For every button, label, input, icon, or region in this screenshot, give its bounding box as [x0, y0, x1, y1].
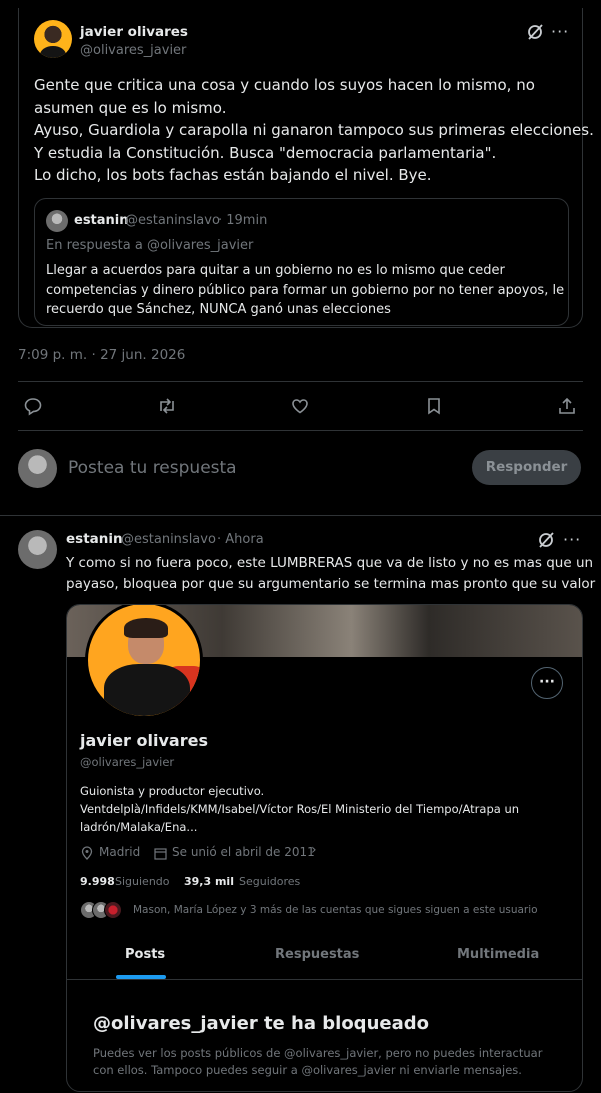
quote-author-name: estanin: [74, 213, 129, 228]
calendar-icon: [154, 845, 167, 860]
more-icon[interactable]: ···: [551, 22, 569, 41]
share-icon[interactable]: [556, 396, 578, 418]
retweet-icon[interactable]: [156, 396, 178, 418]
reply-input[interactable]: Postea tu respuesta: [68, 458, 237, 478]
following-count: 9.998: [80, 875, 115, 888]
blocked-message: Puedes ver los posts públicos de @olivar…: [93, 1046, 543, 1077]
quote-text: Llegar a acuerdos para quitar a un gobie…: [46, 263, 565, 317]
profile-location: Madrid: [99, 845, 141, 859]
more-icon[interactable]: ···: [563, 530, 581, 549]
reply-icon[interactable]: [22, 396, 44, 418]
bookmark-icon[interactable]: [423, 396, 445, 418]
author-name[interactable]: javier olivares: [80, 24, 188, 40]
chevron-right-icon: ›: [311, 842, 317, 858]
profile-name: javier olivares: [80, 731, 208, 750]
followers-label: Seguidores: [239, 875, 301, 888]
divider: [18, 381, 583, 382]
tab-posts: Posts: [125, 947, 166, 962]
profile-bio: Guionista y productor ejecutivo. Ventdel…: [80, 784, 520, 834]
reply-author-name[interactable]: estanin: [66, 531, 123, 547]
reply-time[interactable]: · Ahora: [217, 532, 264, 547]
author-avatar[interactable]: [34, 20, 72, 58]
profile-joined: Se unió el abril de 2011: [172, 845, 315, 859]
quote-reply-to: En respuesta a @olivares_javier: [46, 238, 254, 253]
reply-author-avatar[interactable]: [18, 530, 57, 569]
profile-handle: @olivares_javier: [80, 755, 175, 769]
divider: [18, 430, 583, 431]
more-icon: ···: [531, 667, 563, 699]
profile-image-attachment[interactable]: ··· javier olivares @olivares_javier Gui…: [66, 604, 583, 1092]
tweet-text: Gente que critica una cosa y cuando los …: [34, 76, 594, 185]
quote-avatar: [46, 210, 68, 232]
grok-icon[interactable]: [525, 22, 545, 42]
location-icon: [81, 845, 93, 860]
followers-count: 39,3 mil: [184, 875, 234, 888]
reply-text: Y como si no fuera poco, este LUMBRERAS …: [66, 555, 596, 592]
like-icon[interactable]: [289, 396, 311, 418]
tab-multimedia: Multimedia: [457, 947, 540, 962]
grok-icon[interactable]: [536, 530, 556, 550]
quote-time: · 19min: [218, 213, 268, 228]
following-label: Siguiendo: [115, 875, 170, 888]
author-handle[interactable]: @olivares_javier: [80, 43, 186, 58]
divider: [0, 515, 601, 516]
profile-avatar: [85, 605, 203, 719]
followed-by-avatars: [80, 901, 125, 919]
blocked-title: @olivares_javier te ha bloqueado: [93, 1013, 429, 1034]
reply-author-handle[interactable]: @estaninslavo: [121, 532, 216, 547]
reply-button[interactable]: Responder: [472, 450, 581, 485]
followed-by-text: Mason, María López y 3 más de las cuenta…: [133, 904, 538, 916]
divider: [67, 979, 582, 980]
tab-respuestas: Respuestas: [275, 947, 360, 962]
quote-author-handle: @estaninslavo: [125, 213, 220, 228]
tweet-timestamp[interactable]: 7:09 p. m. · 27 jun. 2026: [18, 347, 185, 363]
user-avatar[interactable]: [18, 449, 57, 488]
